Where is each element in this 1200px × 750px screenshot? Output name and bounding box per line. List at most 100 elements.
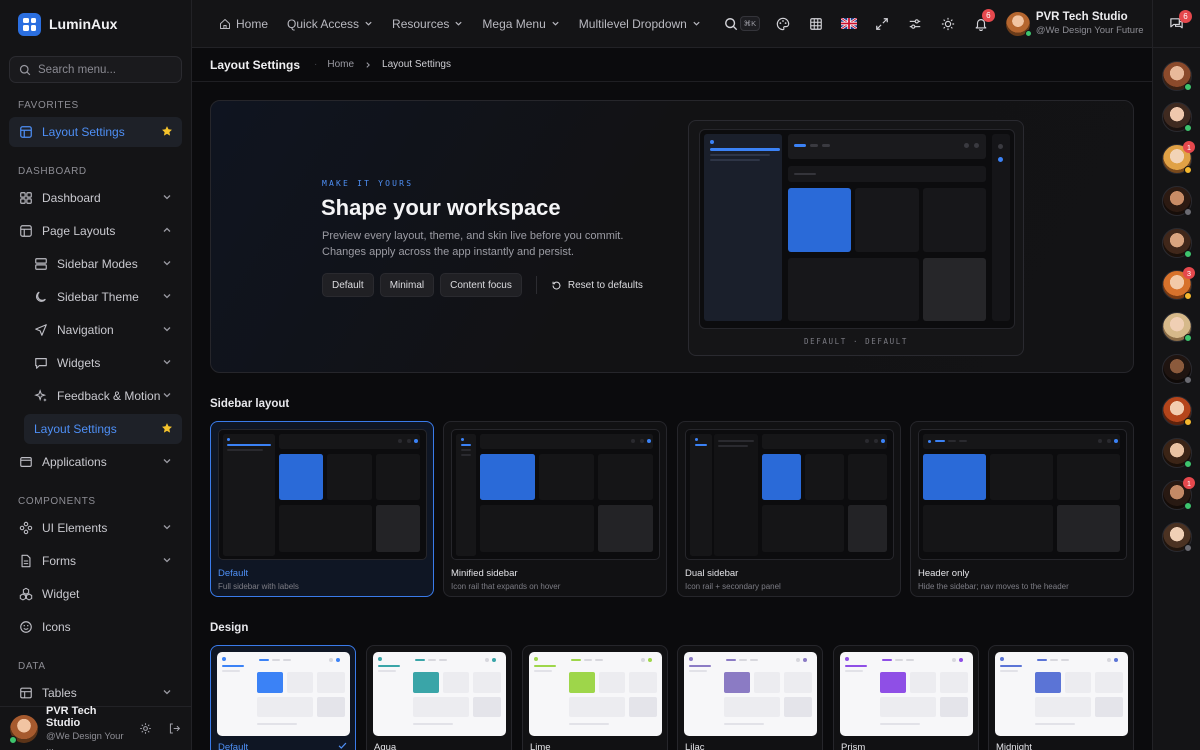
contact-avatar[interactable] xyxy=(1162,522,1192,552)
sidebar-item-sidebar-modes[interactable]: Sidebar Modes xyxy=(24,249,182,279)
search-button[interactable]: ⌘K xyxy=(717,16,767,31)
presence-status-dot xyxy=(1184,502,1192,510)
sidebar-item-feedback-motion[interactable]: Feedback & Motion xyxy=(24,381,182,411)
header-nav-quick-access[interactable]: Quick Access xyxy=(287,17,373,31)
sidebar-item-navigation[interactable]: Navigation xyxy=(24,315,182,345)
header-nav-home[interactable]: Home xyxy=(219,17,268,31)
section-favorites: FAVORITES xyxy=(18,100,79,111)
mock-block xyxy=(317,672,345,693)
contact-avatar[interactable] xyxy=(1162,312,1192,342)
presence-status-dot xyxy=(1184,334,1192,342)
mock-rail xyxy=(690,434,712,556)
widget-icon xyxy=(19,587,33,601)
mock-dot xyxy=(647,439,651,443)
header-nav-resources[interactable]: Resources xyxy=(392,17,463,31)
sidebar-item-widget[interactable]: Widget xyxy=(9,579,182,609)
layout-option-card[interactable]: Dual sidebar Icon rail + secondary panel xyxy=(677,421,901,597)
design-option-card[interactable]: Prism xyxy=(833,645,979,750)
logout-icon[interactable] xyxy=(168,722,181,735)
notifications-button[interactable]: 6 xyxy=(965,8,998,31)
mock-block xyxy=(629,697,657,717)
customizer-button[interactable] xyxy=(899,17,932,31)
mock-line xyxy=(227,449,263,451)
mock-block xyxy=(598,454,653,500)
mock-line xyxy=(882,659,892,661)
contact-avatar[interactable] xyxy=(1162,396,1192,426)
design-option-card[interactable]: Aqua xyxy=(366,645,512,750)
contact-avatar[interactable]: 3 xyxy=(1162,267,1195,300)
preview-header xyxy=(788,134,986,159)
star-icon[interactable] xyxy=(161,125,173,137)
moon-icon xyxy=(36,291,46,302)
mock-line xyxy=(283,659,291,661)
avatar[interactable] xyxy=(9,714,38,744)
mock-line xyxy=(1061,659,1069,661)
breadcrumb-home[interactable]: Home xyxy=(327,59,354,70)
mock-line xyxy=(948,440,956,442)
preset-minimal-button[interactable]: Minimal xyxy=(379,273,435,297)
favorite-layout-settings[interactable]: Layout Settings xyxy=(9,117,182,147)
fullscreen-button[interactable] xyxy=(866,17,899,31)
mock-block xyxy=(848,505,887,552)
brand[interactable]: LuminAux xyxy=(0,0,191,48)
mock-line xyxy=(895,659,903,661)
mock-line xyxy=(534,665,556,667)
contact-avatar[interactable]: 1 xyxy=(1162,477,1195,510)
contacts-rail: 6 1 3 1 xyxy=(1152,0,1200,750)
gear-icon[interactable] xyxy=(139,722,152,735)
sidebar-item-page-layouts[interactable]: Page Layouts xyxy=(9,216,182,246)
design-option-card[interactable]: Lilac xyxy=(677,645,823,750)
mock-line xyxy=(378,665,400,667)
design-option-card[interactable]: Default xyxy=(210,645,356,750)
theme-palette-button[interactable] xyxy=(767,17,800,31)
design-option-card[interactable]: Lime xyxy=(522,645,668,750)
contact-avatar[interactable]: 1 xyxy=(1162,141,1195,174)
contact-avatar[interactable] xyxy=(1162,102,1192,132)
sidebar-item-dashboard[interactable]: Dashboard xyxy=(9,183,182,213)
contact-avatar[interactable] xyxy=(1162,438,1192,468)
layout-option-subtitle: Icon rail that expands on hover xyxy=(451,582,561,591)
apps-grid-button[interactable] xyxy=(800,17,833,31)
sidebar-item-tables[interactable]: Tables xyxy=(9,678,182,708)
layout-option-card[interactable]: Default Full sidebar with labels xyxy=(210,421,434,597)
menu-search-input[interactable]: Search menu... xyxy=(9,56,182,83)
header-user-menu[interactable]: PVR Tech Studio @We Design Your Future xyxy=(1005,11,1144,37)
uk-flag-icon xyxy=(841,18,858,29)
contact-avatar[interactable] xyxy=(1162,354,1192,384)
theme-toggle-button[interactable] xyxy=(932,17,965,31)
reset-icon xyxy=(552,281,561,289)
sidebar-item-widgets[interactable]: Widgets xyxy=(24,348,182,378)
preview-toolbar xyxy=(788,166,986,182)
mock-line xyxy=(959,440,967,442)
language-button[interactable] xyxy=(833,18,866,29)
mock-block xyxy=(287,672,313,693)
sliders-icon xyxy=(910,18,921,29)
mock-dot xyxy=(398,439,402,443)
mock-line xyxy=(595,659,603,661)
design-option-card[interactable]: Midnight xyxy=(988,645,1134,750)
layout-option-card[interactable]: Minified sidebar Icon rail that expands … xyxy=(443,421,667,597)
contact-avatar[interactable] xyxy=(1162,186,1192,216)
preset-content-focus-button[interactable]: Content focus xyxy=(440,273,522,297)
header-nav-multilevel-dropdown[interactable]: Multilevel Dropdown xyxy=(579,17,701,31)
sidebar-item-sidebar-theme[interactable]: Sidebar Theme xyxy=(24,282,182,312)
star-icon[interactable] xyxy=(161,422,173,434)
contact-avatar[interactable] xyxy=(1162,228,1192,258)
sidebar-item-applications[interactable]: Applications xyxy=(9,447,182,477)
preset-default-button[interactable]: Default xyxy=(322,273,374,297)
mock-block xyxy=(480,505,594,552)
presence-status-dot xyxy=(1184,544,1192,552)
header-nav-mega-menu[interactable]: Mega Menu xyxy=(482,17,559,31)
layout-option-card[interactable]: Header only Hide the sidebar; nav moves … xyxy=(910,421,1134,597)
contact-avatar[interactable] xyxy=(1162,61,1192,91)
sidebar-item-layout-settings[interactable]: Layout Settings xyxy=(24,414,182,444)
chat-button[interactable]: 6 xyxy=(1153,0,1200,48)
layout-mockup xyxy=(685,429,894,560)
sidebar-item-forms[interactable]: Forms xyxy=(9,546,182,576)
sidebar-item-ui-elements[interactable]: UI Elements xyxy=(9,513,182,543)
sidebar-item-icons[interactable]: Icons xyxy=(9,612,182,642)
notification-count-badge: 6 xyxy=(981,8,995,22)
mock-line xyxy=(415,659,425,661)
presence-status-dot xyxy=(1184,208,1192,216)
reset-defaults-button[interactable]: Reset to defaults xyxy=(551,280,643,291)
